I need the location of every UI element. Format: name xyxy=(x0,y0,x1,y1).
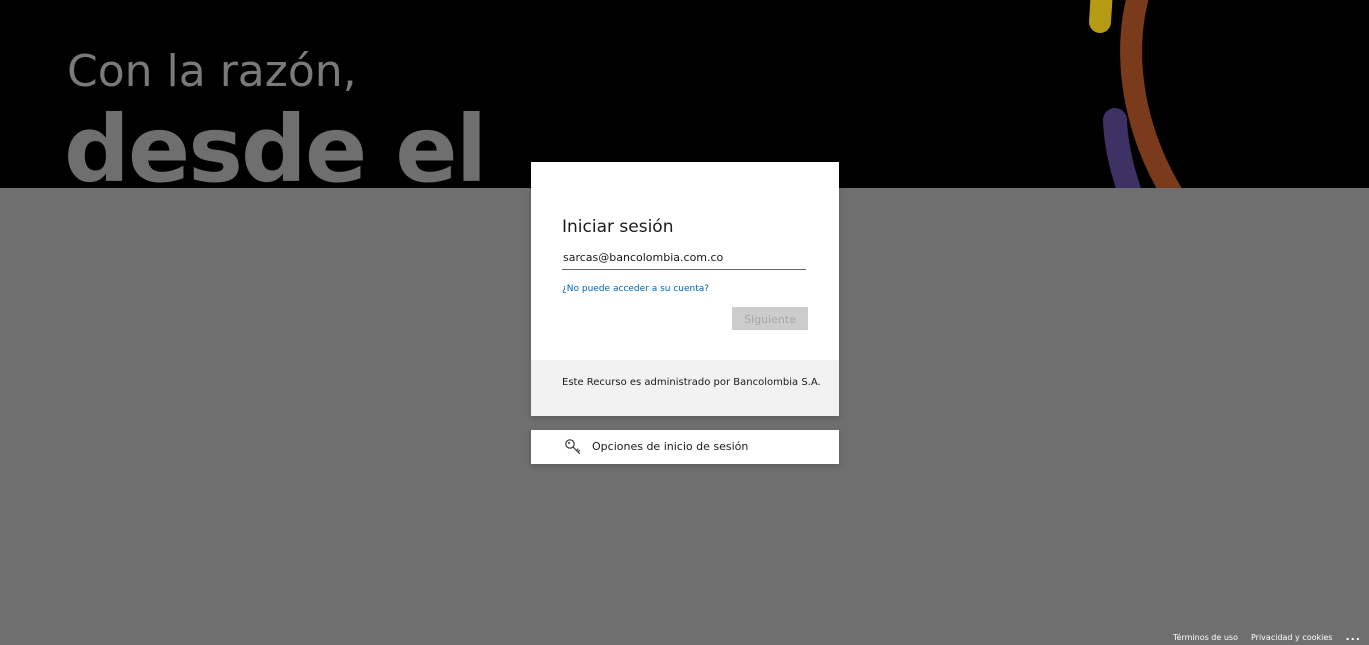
hero-banner: Con la razón, desde el xyxy=(0,0,1369,188)
hero-headline-line2: desde el xyxy=(64,96,487,188)
managed-by-notice: Este Recurso es administrado por Bancolo… xyxy=(562,377,821,388)
cant-access-account-link[interactable]: ¿No puede acceder a su cuenta? xyxy=(562,284,709,294)
next-button[interactable]: Siguiente xyxy=(732,307,808,330)
footer-links: Términos de uso Privacidad y cookies ... xyxy=(1173,630,1361,644)
more-options-icon[interactable]: ... xyxy=(1345,631,1361,642)
signin-options-label: Opciones de inicio de sesión xyxy=(592,440,749,453)
signin-title: Iniciar sesión xyxy=(562,217,674,237)
decorative-ribbons-art xyxy=(1089,0,1182,188)
key-icon xyxy=(565,439,581,455)
signin-options-button[interactable]: Opciones de inicio de sesión xyxy=(531,430,839,464)
privacy-cookies-link[interactable]: Privacidad y cookies xyxy=(1251,633,1332,642)
terms-of-use-link[interactable]: Términos de uso xyxy=(1173,633,1238,642)
email-field[interactable]: sarcas@bancolombia.com.co xyxy=(562,248,806,270)
signin-card-footer: Este Recurso es administrado por Bancolo… xyxy=(531,360,839,416)
hero-headline-line1: Con la razón, xyxy=(67,46,357,97)
signin-card: Iniciar sesión sarcas@bancolombia.com.co… xyxy=(531,162,839,416)
